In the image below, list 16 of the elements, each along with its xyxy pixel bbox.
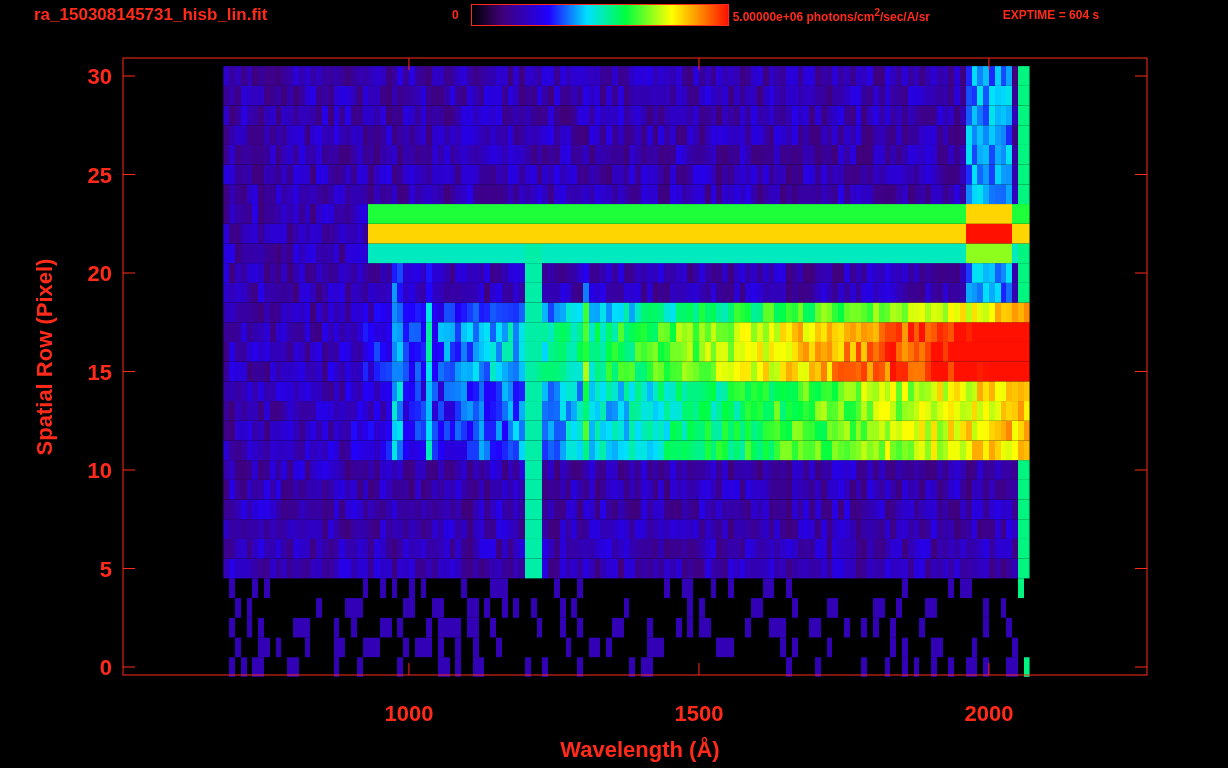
y-axis-title: Spatial Row (Pixel)	[32, 258, 57, 456]
x-axis-title: Wavelength (Å)	[560, 737, 720, 762]
y-tick-label: 0	[99, 655, 112, 680]
exposure-label: EXPTIME = 604 s	[1002, 8, 1100, 22]
colorbar-max-label: 5.00000e+06 photons/cm$^{2}$/sec/A/sr	[732, 6, 932, 24]
y-tick-label: 30	[87, 64, 112, 89]
y-tick-label: 10	[87, 458, 112, 483]
y-tick-label: 15	[87, 359, 112, 385]
colorbar-min-label: 0	[452, 8, 459, 22]
x-tick-label: 1000	[384, 701, 434, 726]
y-tick-label: 5	[99, 556, 112, 582]
x-tick-label: 1500	[674, 701, 724, 726]
x-tick-label: 2000	[964, 701, 1014, 726]
file-title: ra_150308145731_hisb_lin.fit	[34, 5, 269, 25]
y-tick-label: 20	[87, 261, 112, 286]
y-tick-label: 25	[87, 162, 112, 188]
